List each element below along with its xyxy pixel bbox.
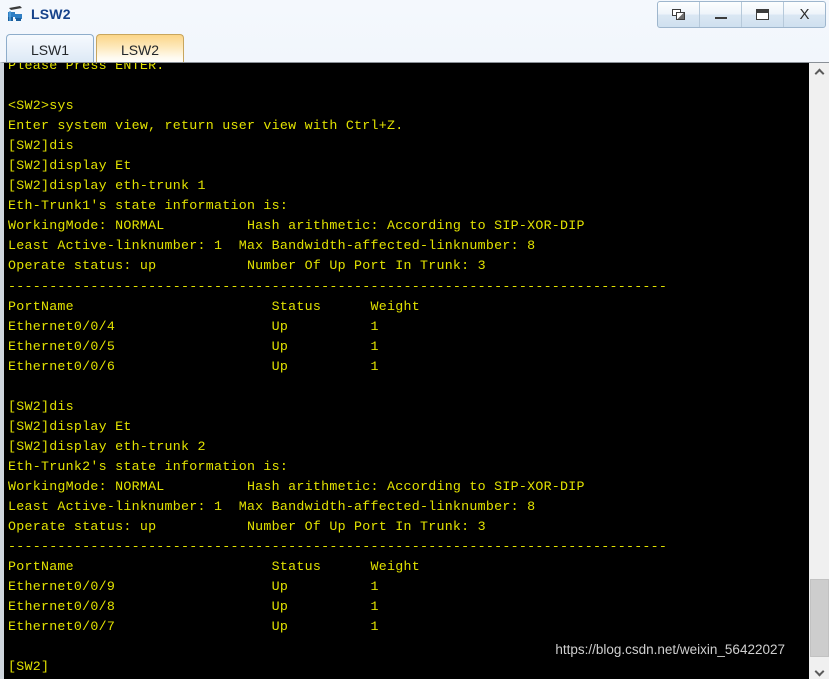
switch-icon xyxy=(6,5,26,23)
terminal-output: Please Press ENTER. <SW2>sys Enter syste… xyxy=(8,63,668,675)
window-controls: X xyxy=(657,0,826,28)
minimize-icon xyxy=(714,16,727,19)
terminal-output-area[interactable]: Please Press ENTER. <SW2>sys Enter syste… xyxy=(4,63,808,679)
scrollbar-thumb[interactable] xyxy=(810,579,829,657)
chevron-down-icon xyxy=(815,666,824,675)
maximize-icon xyxy=(756,8,769,20)
terminal-scrollbar[interactable] xyxy=(808,63,829,679)
minimize-button[interactable] xyxy=(700,1,742,27)
terminal-window: LSW2 X LSW1 LSW2 Please Press ENTER. <SW… xyxy=(0,0,829,679)
close-button[interactable]: X xyxy=(784,2,825,27)
terminal-panel: Please Press ENTER. <SW2>sys Enter syste… xyxy=(0,62,829,679)
title-bar-left: LSW2 xyxy=(0,5,71,23)
title-bar: LSW2 X xyxy=(0,0,829,28)
tab-lsw2[interactable]: LSW2 xyxy=(96,34,184,64)
tab-bar: LSW1 LSW2 xyxy=(0,28,829,64)
tab-lsw2-label: LSW2 xyxy=(120,41,160,58)
restore-button[interactable] xyxy=(658,1,700,27)
maximize-button[interactable] xyxy=(742,1,784,27)
scrollbar-down-button[interactable] xyxy=(809,661,829,679)
close-icon: X xyxy=(799,5,810,23)
window-title: LSW2 xyxy=(31,6,71,22)
scrollbar-up-button[interactable] xyxy=(809,63,829,81)
restore-icon xyxy=(672,8,685,20)
tab-lsw1[interactable]: LSW1 xyxy=(6,34,94,64)
tab-lsw1-label: LSW1 xyxy=(30,41,70,58)
chevron-up-icon xyxy=(815,68,824,77)
